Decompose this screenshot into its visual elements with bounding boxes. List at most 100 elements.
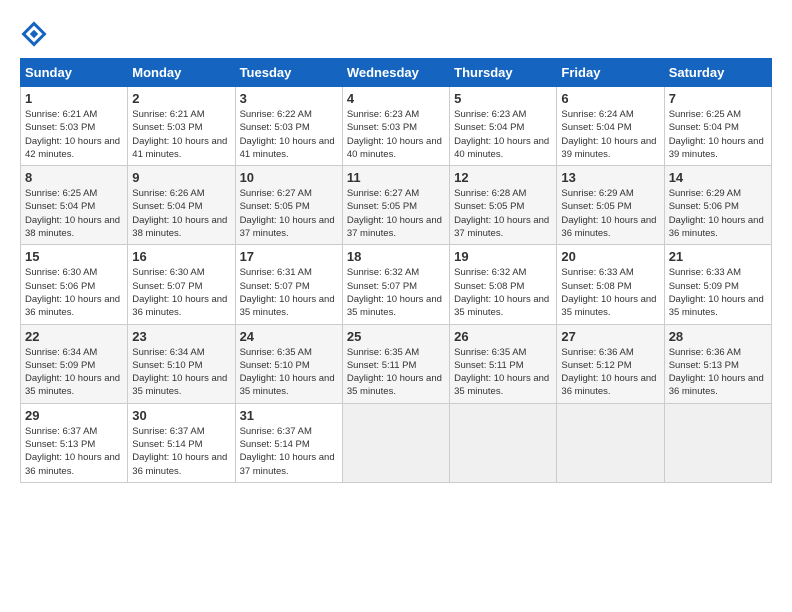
day-number: 15 bbox=[25, 249, 123, 264]
day-number: 13 bbox=[561, 170, 659, 185]
calendar-cell: 6 Sunrise: 6:24 AM Sunset: 5:04 PM Dayli… bbox=[557, 87, 664, 166]
day-info: Sunrise: 6:32 AM Sunset: 5:08 PM Dayligh… bbox=[454, 266, 552, 319]
col-header-wednesday: Wednesday bbox=[342, 59, 449, 87]
day-number: 4 bbox=[347, 91, 445, 106]
col-header-monday: Monday bbox=[128, 59, 235, 87]
day-number: 26 bbox=[454, 329, 552, 344]
col-header-thursday: Thursday bbox=[450, 59, 557, 87]
day-number: 1 bbox=[25, 91, 123, 106]
day-number: 16 bbox=[132, 249, 230, 264]
day-info: Sunrise: 6:34 AM Sunset: 5:09 PM Dayligh… bbox=[25, 346, 123, 399]
day-info: Sunrise: 6:30 AM Sunset: 5:06 PM Dayligh… bbox=[25, 266, 123, 319]
day-number: 25 bbox=[347, 329, 445, 344]
day-number: 3 bbox=[240, 91, 338, 106]
day-number: 31 bbox=[240, 408, 338, 423]
day-info: Sunrise: 6:35 AM Sunset: 5:11 PM Dayligh… bbox=[347, 346, 445, 399]
day-info: Sunrise: 6:29 AM Sunset: 5:05 PM Dayligh… bbox=[561, 187, 659, 240]
calendar-cell: 27 Sunrise: 6:36 AM Sunset: 5:12 PM Dayl… bbox=[557, 324, 664, 403]
day-info: Sunrise: 6:37 AM Sunset: 5:13 PM Dayligh… bbox=[25, 425, 123, 478]
calendar-cell: 7 Sunrise: 6:25 AM Sunset: 5:04 PM Dayli… bbox=[664, 87, 771, 166]
day-number: 6 bbox=[561, 91, 659, 106]
day-number: 30 bbox=[132, 408, 230, 423]
calendar-cell: 22 Sunrise: 6:34 AM Sunset: 5:09 PM Dayl… bbox=[21, 324, 128, 403]
calendar-cell: 16 Sunrise: 6:30 AM Sunset: 5:07 PM Dayl… bbox=[128, 245, 235, 324]
calendar-cell: 29 Sunrise: 6:37 AM Sunset: 5:13 PM Dayl… bbox=[21, 403, 128, 482]
day-number: 18 bbox=[347, 249, 445, 264]
page-header bbox=[20, 20, 772, 48]
day-info: Sunrise: 6:24 AM Sunset: 5:04 PM Dayligh… bbox=[561, 108, 659, 161]
day-number: 20 bbox=[561, 249, 659, 264]
day-info: Sunrise: 6:29 AM Sunset: 5:06 PM Dayligh… bbox=[669, 187, 767, 240]
calendar-cell: 21 Sunrise: 6:33 AM Sunset: 5:09 PM Dayl… bbox=[664, 245, 771, 324]
calendar-cell: 3 Sunrise: 6:22 AM Sunset: 5:03 PM Dayli… bbox=[235, 87, 342, 166]
calendar-cell bbox=[664, 403, 771, 482]
calendar-cell: 13 Sunrise: 6:29 AM Sunset: 5:05 PM Dayl… bbox=[557, 166, 664, 245]
calendar-cell bbox=[342, 403, 449, 482]
day-info: Sunrise: 6:35 AM Sunset: 5:11 PM Dayligh… bbox=[454, 346, 552, 399]
day-info: Sunrise: 6:34 AM Sunset: 5:10 PM Dayligh… bbox=[132, 346, 230, 399]
day-info: Sunrise: 6:27 AM Sunset: 5:05 PM Dayligh… bbox=[347, 187, 445, 240]
calendar-cell: 28 Sunrise: 6:36 AM Sunset: 5:13 PM Dayl… bbox=[664, 324, 771, 403]
day-info: Sunrise: 6:37 AM Sunset: 5:14 PM Dayligh… bbox=[132, 425, 230, 478]
calendar-table: SundayMondayTuesdayWednesdayThursdayFrid… bbox=[20, 58, 772, 483]
calendar-cell: 30 Sunrise: 6:37 AM Sunset: 5:14 PM Dayl… bbox=[128, 403, 235, 482]
day-number: 29 bbox=[25, 408, 123, 423]
col-header-friday: Friday bbox=[557, 59, 664, 87]
day-number: 10 bbox=[240, 170, 338, 185]
calendar-cell: 14 Sunrise: 6:29 AM Sunset: 5:06 PM Dayl… bbox=[664, 166, 771, 245]
calendar-cell: 25 Sunrise: 6:35 AM Sunset: 5:11 PM Dayl… bbox=[342, 324, 449, 403]
day-info: Sunrise: 6:32 AM Sunset: 5:07 PM Dayligh… bbox=[347, 266, 445, 319]
day-number: 24 bbox=[240, 329, 338, 344]
calendar-cell: 23 Sunrise: 6:34 AM Sunset: 5:10 PM Dayl… bbox=[128, 324, 235, 403]
day-number: 8 bbox=[25, 170, 123, 185]
day-number: 21 bbox=[669, 249, 767, 264]
day-number: 12 bbox=[454, 170, 552, 185]
day-info: Sunrise: 6:36 AM Sunset: 5:13 PM Dayligh… bbox=[669, 346, 767, 399]
day-number: 17 bbox=[240, 249, 338, 264]
col-header-tuesday: Tuesday bbox=[235, 59, 342, 87]
calendar-cell: 24 Sunrise: 6:35 AM Sunset: 5:10 PM Dayl… bbox=[235, 324, 342, 403]
calendar-cell: 18 Sunrise: 6:32 AM Sunset: 5:07 PM Dayl… bbox=[342, 245, 449, 324]
col-header-saturday: Saturday bbox=[664, 59, 771, 87]
day-info: Sunrise: 6:25 AM Sunset: 5:04 PM Dayligh… bbox=[669, 108, 767, 161]
calendar-cell: 31 Sunrise: 6:37 AM Sunset: 5:14 PM Dayl… bbox=[235, 403, 342, 482]
calendar-cell: 8 Sunrise: 6:25 AM Sunset: 5:04 PM Dayli… bbox=[21, 166, 128, 245]
day-number: 9 bbox=[132, 170, 230, 185]
day-info: Sunrise: 6:21 AM Sunset: 5:03 PM Dayligh… bbox=[132, 108, 230, 161]
day-number: 27 bbox=[561, 329, 659, 344]
day-info: Sunrise: 6:33 AM Sunset: 5:08 PM Dayligh… bbox=[561, 266, 659, 319]
day-info: Sunrise: 6:26 AM Sunset: 5:04 PM Dayligh… bbox=[132, 187, 230, 240]
calendar-cell: 4 Sunrise: 6:23 AM Sunset: 5:03 PM Dayli… bbox=[342, 87, 449, 166]
day-number: 23 bbox=[132, 329, 230, 344]
day-number: 19 bbox=[454, 249, 552, 264]
day-info: Sunrise: 6:35 AM Sunset: 5:10 PM Dayligh… bbox=[240, 346, 338, 399]
day-info: Sunrise: 6:28 AM Sunset: 5:05 PM Dayligh… bbox=[454, 187, 552, 240]
day-number: 7 bbox=[669, 91, 767, 106]
logo-icon bbox=[20, 20, 48, 48]
calendar-cell: 10 Sunrise: 6:27 AM Sunset: 5:05 PM Dayl… bbox=[235, 166, 342, 245]
calendar-cell: 5 Sunrise: 6:23 AM Sunset: 5:04 PM Dayli… bbox=[450, 87, 557, 166]
calendar-cell: 17 Sunrise: 6:31 AM Sunset: 5:07 PM Dayl… bbox=[235, 245, 342, 324]
calendar-cell: 11 Sunrise: 6:27 AM Sunset: 5:05 PM Dayl… bbox=[342, 166, 449, 245]
day-info: Sunrise: 6:23 AM Sunset: 5:03 PM Dayligh… bbox=[347, 108, 445, 161]
calendar-cell: 19 Sunrise: 6:32 AM Sunset: 5:08 PM Dayl… bbox=[450, 245, 557, 324]
calendar-cell: 2 Sunrise: 6:21 AM Sunset: 5:03 PM Dayli… bbox=[128, 87, 235, 166]
day-number: 14 bbox=[669, 170, 767, 185]
day-info: Sunrise: 6:23 AM Sunset: 5:04 PM Dayligh… bbox=[454, 108, 552, 161]
day-info: Sunrise: 6:31 AM Sunset: 5:07 PM Dayligh… bbox=[240, 266, 338, 319]
day-info: Sunrise: 6:22 AM Sunset: 5:03 PM Dayligh… bbox=[240, 108, 338, 161]
day-info: Sunrise: 6:27 AM Sunset: 5:05 PM Dayligh… bbox=[240, 187, 338, 240]
day-number: 5 bbox=[454, 91, 552, 106]
day-number: 2 bbox=[132, 91, 230, 106]
calendar-cell: 1 Sunrise: 6:21 AM Sunset: 5:03 PM Dayli… bbox=[21, 87, 128, 166]
day-info: Sunrise: 6:33 AM Sunset: 5:09 PM Dayligh… bbox=[669, 266, 767, 319]
day-number: 22 bbox=[25, 329, 123, 344]
day-info: Sunrise: 6:21 AM Sunset: 5:03 PM Dayligh… bbox=[25, 108, 123, 161]
calendar-cell: 9 Sunrise: 6:26 AM Sunset: 5:04 PM Dayli… bbox=[128, 166, 235, 245]
logo bbox=[20, 20, 52, 48]
calendar-cell: 12 Sunrise: 6:28 AM Sunset: 5:05 PM Dayl… bbox=[450, 166, 557, 245]
day-info: Sunrise: 6:30 AM Sunset: 5:07 PM Dayligh… bbox=[132, 266, 230, 319]
calendar-cell bbox=[557, 403, 664, 482]
day-info: Sunrise: 6:25 AM Sunset: 5:04 PM Dayligh… bbox=[25, 187, 123, 240]
day-number: 28 bbox=[669, 329, 767, 344]
